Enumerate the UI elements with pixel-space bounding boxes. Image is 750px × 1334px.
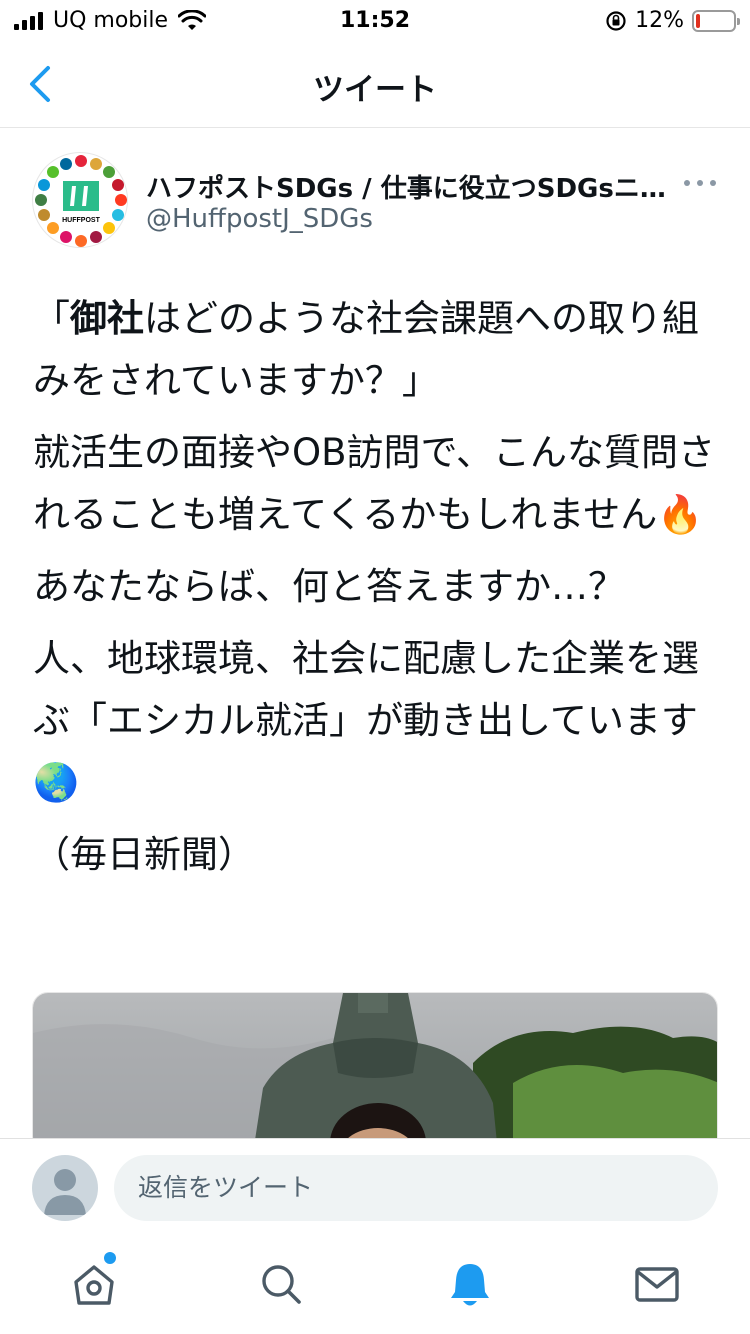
tweet-paragraph-5: （毎日新聞）: [33, 833, 255, 876]
avatar-text: HUFFPOST: [62, 217, 100, 224]
tab-messages[interactable]: [629, 1256, 685, 1312]
more-dot-icon: [697, 180, 703, 186]
user-avatar[interactable]: [32, 1155, 98, 1221]
more-dot-icon: [684, 180, 690, 186]
more-dot-icon: [710, 180, 716, 186]
home-icon: [74, 1265, 114, 1305]
author-handle[interactable]: @HuffpostJ_SDGs: [146, 204, 373, 234]
reply-bar: 返信をツイート: [0, 1138, 750, 1236]
author-avatar[interactable]: HUFFPOST: [32, 152, 128, 248]
status-right: 12%: [605, 8, 740, 33]
quote-bold-word: 御社: [70, 297, 144, 340]
tweet-paragraph-3: あなたならば、何と答えますか…？: [33, 565, 625, 608]
tweet-media-image[interactable]: [32, 992, 718, 1138]
tab-home[interactable]: [66, 1252, 122, 1312]
photo-great-buddha: [33, 993, 717, 1138]
reply-input[interactable]: 返信をツイート: [114, 1155, 718, 1221]
author-name[interactable]: ハフポストSDGs / 仕事に役立つSDGsニ…: [146, 168, 666, 205]
mail-icon: [635, 1267, 679, 1302]
bell-icon: [451, 1264, 489, 1306]
default-avatar-icon: [44, 1169, 86, 1215]
search-icon: [262, 1265, 301, 1304]
status-bar: UQ mobile 11:52 12%: [0, 0, 750, 44]
battery-icon: [692, 9, 740, 32]
huffpost-sdgs-logo: HUFFPOST: [35, 155, 127, 247]
page-title: ツイート: [313, 72, 437, 108]
tab-bar: [0, 1236, 750, 1334]
tab-notifications[interactable]: [442, 1256, 498, 1312]
tweet-paragraph-2: 就活生の面接やOB訪問で、こんな質問されることも増えてくるかもしれません🔥: [33, 431, 716, 536]
tweet-paragraph-1: 「御社はどのような社会課題への取り組みをされていますか？」: [33, 288, 723, 412]
tab-search[interactable]: [253, 1256, 309, 1312]
battery-level-fill: [696, 13, 700, 28]
battery-percentage: 12%: [635, 8, 684, 33]
tweet-paragraph-4: 人、地球環境、社会に配慮した企業を選ぶ「エシカル就活」が動き出しています🌏: [33, 637, 699, 804]
notification-dot: [104, 1252, 116, 1264]
orientation-lock-icon: [606, 10, 626, 31]
tweet-body: 「御社はどのような社会課題への取り組みをされていますか？」 就活生の面接やOB訪…: [33, 288, 723, 896]
tweet-detail-screen: UQ mobile 11:52 12% ツイート HUFFPOST ハフポストS…: [0, 0, 750, 1334]
quote-open: 「: [33, 297, 70, 340]
nav-header: ツイート: [0, 44, 750, 128]
more-options-button[interactable]: [684, 176, 716, 190]
tweet: HUFFPOST ハフポストSDGs / 仕事に役立つSDGsニ… @Huffp…: [0, 128, 750, 1138]
